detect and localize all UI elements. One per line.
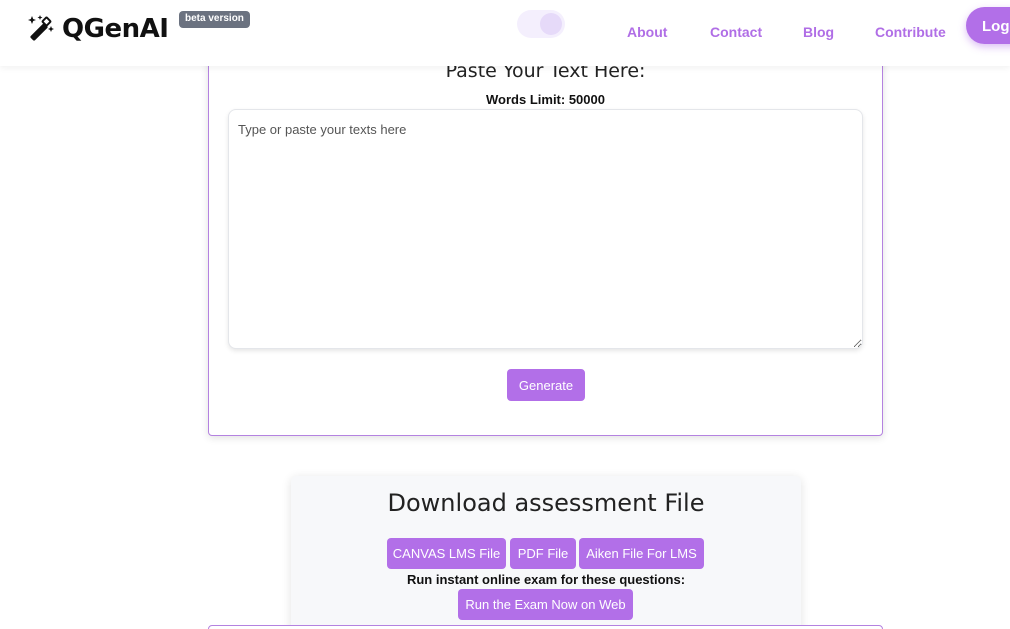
download-title: Download assessment File	[387, 489, 705, 517]
theme-toggle[interactable]	[517, 10, 565, 38]
nav-link-contact[interactable]: Contact	[710, 24, 762, 40]
nav-link-blog[interactable]: Blog	[803, 24, 834, 40]
aiken-file-button[interactable]: Aiken File For LMS	[579, 538, 704, 569]
login-button[interactable]: Log	[966, 7, 1010, 44]
brand-logo-link[interactable]: QGenAI	[26, 14, 169, 44]
magic-wand-icon	[26, 14, 56, 44]
page: Paste Your Text Here: Words Limit: 50000…	[0, 0, 1010, 629]
run-exam-label: Run instant online exam for these questi…	[406, 572, 686, 587]
brand-name: QGenAI	[62, 14, 169, 44]
toggle-knob	[540, 13, 562, 35]
canvas-lms-file-button[interactable]: CANVAS LMS File	[387, 538, 506, 569]
next-section-card	[208, 625, 883, 629]
words-limit-label: Words Limit: 50000	[486, 92, 605, 107]
run-exam-button[interactable]: Run the Exam Now on Web	[458, 589, 633, 620]
download-assessment-card: Download assessment File CANVAS LMS File…	[291, 476, 801, 629]
pdf-file-button[interactable]: PDF File	[510, 538, 576, 569]
top-navbar: QGenAI beta version About Contact Blog C…	[0, 0, 1010, 66]
text-input-card: Paste Your Text Here: Words Limit: 50000…	[208, 40, 883, 436]
generate-button[interactable]: Generate	[507, 369, 585, 401]
nav-link-contribute[interactable]: Contribute	[875, 24, 946, 40]
beta-badge: beta version	[179, 11, 250, 28]
nav-link-about[interactable]: About	[627, 24, 667, 40]
text-input-area[interactable]	[228, 109, 863, 349]
